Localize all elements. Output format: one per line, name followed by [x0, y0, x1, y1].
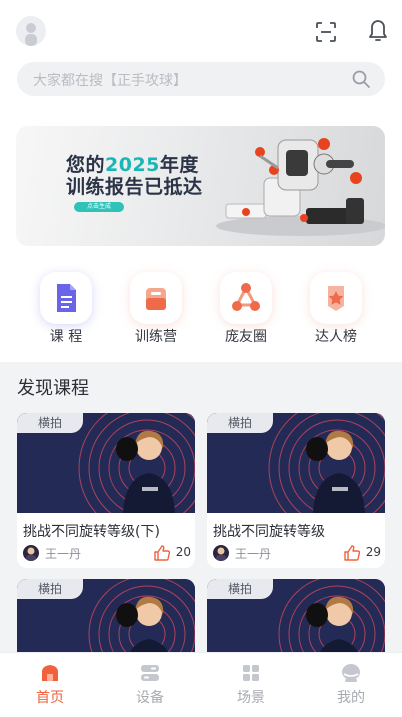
- author-name: 王一丹: [235, 547, 272, 561]
- author-avatar: [23, 545, 39, 561]
- category-label: 训练营: [135, 329, 177, 345]
- like-count: 29: [365, 545, 381, 559]
- device-icon: [141, 665, 159, 681]
- bell-icon[interactable]: [366, 18, 390, 44]
- course-tag: 横拍: [207, 579, 273, 599]
- author-name: 王一丹: [45, 547, 82, 561]
- course-tag: 横拍: [17, 413, 83, 433]
- course-tag: 横拍: [17, 579, 83, 599]
- tab-home[interactable]: 首页: [0, 653, 100, 717]
- course-author: 王一丹 29: [213, 544, 383, 562]
- category-training-camp[interactable]: 训练营: [126, 270, 186, 350]
- tab-label: 我的: [337, 690, 365, 706]
- course-card[interactable]: 横拍 挑战不同旋转等级(下) 王一丹 20: [17, 413, 195, 568]
- category-label: 达人榜: [315, 329, 357, 345]
- course-thumbnail: 横拍: [17, 413, 195, 513]
- tab-scene[interactable]: 场景: [201, 653, 301, 717]
- category-course[interactable]: 课 程: [36, 270, 96, 350]
- community-icon: [220, 272, 272, 324]
- scene-grid-icon: [243, 665, 259, 681]
- course-doc-icon: [40, 272, 92, 324]
- category-label: 庞友圈: [225, 329, 267, 345]
- annual-report-banner[interactable]: 您的2025年度 训练报告已抵达 点击生成: [16, 126, 385, 246]
- search-icon[interactable]: [351, 69, 371, 89]
- table-tennis-robot-illustration: [216, 138, 385, 236]
- profile-icon: [342, 664, 360, 682]
- course-title: 挑战不同旋转等级: [213, 524, 325, 540]
- banner-generate-button[interactable]: 点击生成: [74, 202, 124, 212]
- user-avatar[interactable]: [16, 16, 46, 46]
- banner-headline-2: 训练报告已抵达: [66, 176, 203, 198]
- course-card[interactable]: 横拍 挑战不同旋转等级 王一丹 29: [207, 413, 385, 568]
- search-input[interactable]: 大家都在搜【正手攻球】: [33, 70, 187, 90]
- course-tag: 横拍: [207, 413, 273, 433]
- category-row: 课 程 训练营 庞友圈 达人榜: [0, 270, 402, 350]
- course-title: 挑战不同旋转等级(下): [23, 524, 160, 540]
- author-avatar: [213, 545, 229, 561]
- category-label: 课 程: [49, 329, 83, 345]
- training-camp-icon: [130, 272, 182, 324]
- tab-device[interactable]: 设备: [100, 653, 200, 717]
- tab-label: 设备: [136, 690, 164, 706]
- tab-label: 场景: [237, 690, 265, 706]
- avatar-person-icon: [25, 23, 37, 46]
- bottom-tab-bar: 首页 设备 场景 我的: [0, 652, 402, 717]
- scan-icon[interactable]: [314, 20, 338, 44]
- ranking-star-icon: [310, 272, 362, 324]
- category-community[interactable]: 庞友圈: [216, 270, 276, 350]
- thumbs-up-icon: [344, 545, 361, 561]
- search-bar[interactable]: 大家都在搜【正手攻球】: [17, 62, 385, 96]
- tab-label: 首页: [36, 690, 64, 706]
- course-thumbnail: 横拍: [207, 413, 385, 513]
- section-title: 发现课程: [17, 378, 89, 399]
- like-button[interactable]: 29: [321, 544, 381, 562]
- thumbs-up-icon: [154, 545, 171, 561]
- like-count: 20: [175, 545, 191, 559]
- category-ranking[interactable]: 达人榜: [306, 270, 366, 350]
- course-author: 王一丹 20: [23, 544, 193, 562]
- like-button[interactable]: 20: [131, 544, 191, 562]
- tab-profile[interactable]: 我的: [301, 653, 401, 717]
- home-icon: [42, 665, 58, 681]
